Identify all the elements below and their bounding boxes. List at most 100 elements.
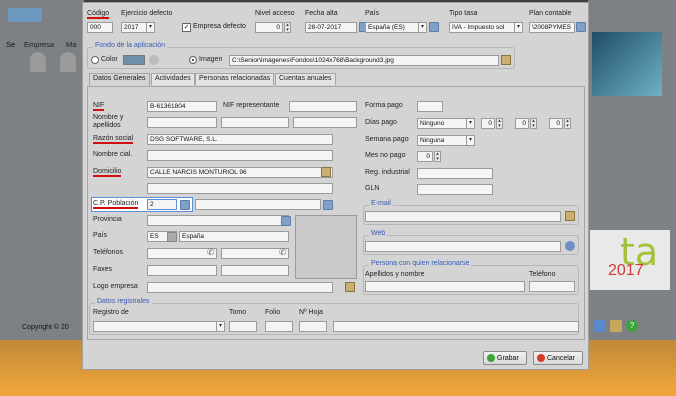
domicilio-input[interactable] bbox=[147, 167, 333, 178]
empresa-defecto-label: Empresa defecto bbox=[193, 23, 246, 30]
nombre-input[interactable] bbox=[147, 117, 217, 128]
pais-header-label: País bbox=[365, 10, 380, 17]
razon-input[interactable] bbox=[147, 134, 333, 145]
reg-industrial-label: Reg. industrial bbox=[365, 169, 410, 176]
brand-year: 2017 bbox=[608, 262, 644, 279]
fax2-input[interactable] bbox=[221, 265, 289, 276]
logo-thumbnail bbox=[592, 32, 662, 96]
fecha-input[interactable] bbox=[305, 22, 357, 33]
codigo-input[interactable] bbox=[87, 22, 113, 33]
semana-pago-select[interactable]: Ninguna ▾ bbox=[417, 135, 475, 146]
color-swatch[interactable] bbox=[123, 55, 145, 65]
tab-cuentas[interactable]: Cuentas anuales bbox=[275, 73, 336, 85]
provincia-label: Provincia bbox=[93, 216, 122, 223]
apellido2-input[interactable] bbox=[293, 117, 357, 128]
imagen-radio[interactable] bbox=[189, 56, 197, 64]
color-radio[interactable] bbox=[91, 56, 99, 64]
telefono-contacto-input[interactable] bbox=[529, 281, 575, 292]
grid-icon[interactable] bbox=[323, 200, 333, 210]
logo-input[interactable] bbox=[147, 282, 333, 293]
app-logo-icon bbox=[8, 8, 42, 22]
pais-name-input[interactable] bbox=[179, 231, 289, 242]
user-icon[interactable] bbox=[60, 52, 76, 72]
logo-preview bbox=[295, 215, 357, 279]
dia3-input[interactable] bbox=[549, 118, 563, 129]
nif-rep-input[interactable] bbox=[289, 101, 357, 112]
tasa-select[interactable]: IVA - Impuesto sol ▾ bbox=[449, 22, 523, 33]
hoja-label: Nº Hoja bbox=[299, 309, 323, 316]
tab-datos-generales[interactable]: Datos Generales bbox=[89, 73, 150, 86]
chevron-down-icon: ▾ bbox=[514, 22, 522, 33]
bg-menu-empresa[interactable]: Empresa bbox=[24, 40, 54, 49]
grid-icon[interactable] bbox=[180, 200, 190, 210]
dia2-input[interactable] bbox=[515, 118, 529, 129]
image-path-input[interactable] bbox=[229, 55, 499, 66]
dia1-spinner[interactable]: ▴ ▾ bbox=[496, 118, 503, 129]
forma-pago-label: Forma pago bbox=[365, 102, 403, 109]
tab-actividades[interactable]: Actividades bbox=[151, 73, 195, 85]
nivel-input[interactable] bbox=[255, 22, 283, 33]
lookup-icon[interactable] bbox=[167, 232, 177, 242]
user-icon[interactable] bbox=[30, 52, 46, 72]
dias-pago-select[interactable]: Ninguno ▾ bbox=[417, 118, 475, 129]
tab-personas[interactable]: Personas relacionadas bbox=[195, 73, 275, 85]
help-icon[interactable]: ? bbox=[626, 320, 638, 332]
phone-icon[interactable]: ✆ bbox=[207, 247, 215, 258]
registro-notes-input[interactable] bbox=[333, 321, 579, 332]
mail-icon[interactable] bbox=[565, 211, 575, 221]
globe-icon[interactable] bbox=[565, 241, 575, 251]
grabar-button[interactable]: Grabar bbox=[483, 351, 527, 365]
forma-pago-input[interactable] bbox=[417, 101, 443, 112]
nombre-cial-label: Nombre cial. bbox=[93, 151, 133, 158]
nivel-spinner[interactable]: ▴ ▾ bbox=[284, 22, 291, 33]
poblacion-input[interactable] bbox=[195, 199, 321, 210]
dia1-input[interactable] bbox=[481, 118, 495, 129]
dia3-spinner[interactable]: ▴ ▾ bbox=[564, 118, 571, 129]
color-picker-icon[interactable] bbox=[149, 55, 159, 65]
plan-input[interactable] bbox=[529, 22, 575, 33]
bg-menu-ma[interactable]: Ma bbox=[66, 40, 76, 49]
nivel-label: Nivel acceso bbox=[255, 10, 295, 17]
codigo-label: Código bbox=[87, 10, 110, 19]
nombre-cial-input[interactable] bbox=[147, 150, 333, 161]
grid-icon[interactable] bbox=[429, 22, 439, 32]
folio-input[interactable] bbox=[265, 321, 293, 332]
reg-industrial-input[interactable] bbox=[417, 168, 493, 179]
registro-select[interactable]: ▾ bbox=[93, 321, 225, 332]
cancel-icon bbox=[537, 354, 545, 362]
gln-label: GLN bbox=[365, 185, 380, 192]
grid-icon[interactable] bbox=[576, 22, 586, 32]
web-input[interactable] bbox=[365, 241, 561, 252]
tools-icon[interactable] bbox=[610, 320, 622, 332]
hoja-input[interactable] bbox=[299, 321, 327, 332]
ejercicio-select[interactable]: 2017 ▾ bbox=[121, 22, 155, 33]
phone-icon[interactable]: ✆ bbox=[279, 247, 287, 258]
logo-label: Logo empresa bbox=[93, 283, 138, 290]
pais-label: País bbox=[93, 232, 108, 239]
chevron-down-icon: ▾ bbox=[466, 135, 474, 146]
dia2-spinner[interactable]: ▴ ▾ bbox=[530, 118, 537, 129]
provincia-input[interactable] bbox=[147, 215, 289, 226]
nif-input[interactable] bbox=[147, 101, 217, 112]
gln-input[interactable] bbox=[417, 184, 493, 195]
cp-input[interactable] bbox=[147, 199, 177, 210]
tomo-input[interactable] bbox=[229, 321, 257, 332]
cancelar-button[interactable]: Cancelar bbox=[533, 351, 583, 365]
semana-pago-label: Semana pago bbox=[365, 136, 409, 143]
empresa-defecto-checkbox[interactable]: ✓ bbox=[182, 23, 191, 32]
mes-spinner[interactable]: ▴ ▾ bbox=[434, 151, 441, 162]
email-input[interactable] bbox=[365, 211, 561, 222]
settings-icon[interactable] bbox=[594, 320, 606, 332]
map-icon[interactable] bbox=[321, 167, 331, 177]
folder-icon[interactable] bbox=[501, 55, 511, 65]
domicilio2-input[interactable] bbox=[147, 183, 333, 194]
folder-icon[interactable] bbox=[345, 282, 355, 292]
apellido1-input[interactable] bbox=[221, 117, 289, 128]
fax1-input[interactable] bbox=[147, 265, 217, 276]
apellidos-input[interactable] bbox=[365, 281, 525, 292]
mes-no-pago-input[interactable] bbox=[417, 151, 433, 162]
grid-icon[interactable] bbox=[281, 216, 291, 226]
tomo-label: Tomo bbox=[229, 309, 247, 316]
pais-select[interactable]: España (ES) ▾ bbox=[365, 22, 427, 33]
web-title: Web bbox=[369, 230, 388, 237]
